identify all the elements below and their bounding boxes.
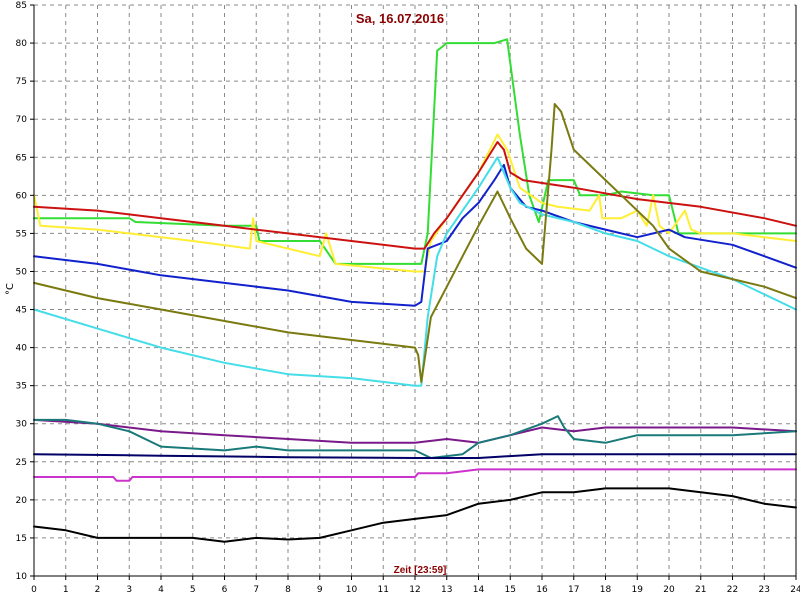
y-tick-label: 35: [16, 382, 27, 392]
x-tick-label: 7: [253, 585, 259, 595]
y-tick-label: 15: [16, 534, 27, 544]
y-tick-label: 65: [16, 153, 27, 163]
x-tick-label: 6: [222, 585, 228, 595]
y-tick-label: 40: [16, 344, 28, 354]
temperature-chart: 0 1 2 3 4 5 6 7 8 9 10 11 12 13 14 15 16 17 18 19 20 21 22 23 24…: [5, 1, 800, 595]
x-tick-label: 1: [63, 585, 69, 595]
x-tick-label: 2: [95, 585, 101, 595]
y-tick-label: 85: [16, 1, 27, 11]
x-tick-label: 8: [285, 585, 291, 595]
chart-title: Sa, 16.07.2016: [356, 11, 444, 26]
chart-root: 0 1 2 3 4 5 6 7 8 9 10 11 12 13 14 15 16 17 18 19 20 21 22 23 24…: [0, 0, 800, 600]
y-tick-label: 20: [16, 496, 28, 506]
y-tick-label: 75: [16, 77, 27, 87]
x-tick-label: 10: [346, 585, 358, 595]
x-tick-label: 4: [158, 585, 164, 595]
x-tick-label: 24: [790, 585, 800, 595]
x-tick-label: 3: [126, 585, 132, 595]
x-tick-label: 19: [632, 585, 644, 595]
x-tick-label: 17: [568, 585, 579, 595]
x-tick-label: 18: [600, 585, 612, 595]
y-tick-label: 55: [16, 229, 27, 239]
y-tick-label: 80: [16, 39, 28, 49]
x-tick-label: 13: [441, 585, 452, 595]
x-axis-label: Zeit [23:59]: [394, 565, 447, 576]
x-tick-label: 23: [759, 585, 770, 595]
x-tick-label: 20: [663, 585, 675, 595]
y-tick-label: 30: [16, 420, 28, 430]
series-line-6: [33, 103, 797, 383]
series-line-2: [33, 133, 797, 273]
x-tick-label: 12: [409, 585, 420, 595]
y-axis-label: °C: [5, 283, 16, 295]
y-tick-label: 70: [16, 115, 28, 125]
x-tick-label: 14: [473, 585, 485, 595]
x-tick-label: 15: [505, 585, 516, 595]
y-tick-label: 60: [16, 191, 28, 201]
x-tick-label: 11: [378, 585, 389, 595]
y-tick-label: 10: [16, 572, 28, 582]
y-tick-label: 25: [16, 458, 27, 468]
y-tick-label: 50: [16, 267, 28, 277]
tick-layer: 0 1 2 3 4 5 6 7 8 9 10 11 12 13 14 15 16 17 18 19 20 21 22 23 24…: [16, 1, 800, 595]
x-tick-label: 21: [695, 585, 706, 595]
series-layer: [33, 38, 797, 543]
x-tick-label: 9: [317, 585, 323, 595]
x-tick-label: 0: [31, 585, 37, 595]
x-tick-label: 5: [190, 585, 196, 595]
x-tick-label: 22: [727, 585, 738, 595]
y-tick-label: 45: [16, 306, 27, 316]
x-tick-label: 16: [536, 585, 548, 595]
